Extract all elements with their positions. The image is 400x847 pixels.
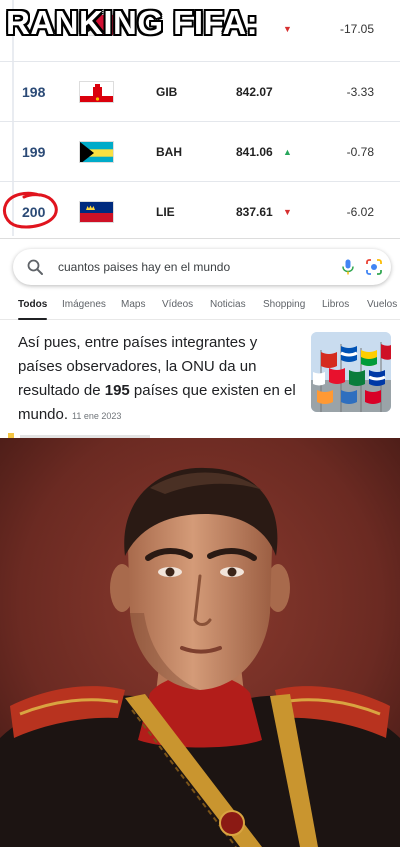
- tab-noticias[interactable]: Noticias: [210, 294, 246, 320]
- points-value: 841.06: [236, 145, 273, 159]
- trend-down-icon: ▼: [283, 24, 292, 34]
- gibraltar-flag: [79, 81, 114, 103]
- table-row[interactable]: 199 BAH 841.06 ▲ -0.78: [0, 122, 400, 182]
- change-value: -0.78: [346, 145, 374, 159]
- table-row[interactable]: 198 GIB 842.07 -3.33: [0, 62, 400, 122]
- tab-imagenes[interactable]: Imágenes: [62, 294, 106, 320]
- meme-caption: RANKING FIFA:: [6, 4, 259, 41]
- snippet-date: 11 ene 2023: [72, 411, 122, 421]
- points-value: 837.61: [236, 205, 273, 219]
- search-input[interactable]: cuantos paises hay en el mundo: [58, 249, 230, 285]
- bahamas-flag: [79, 141, 114, 163]
- annotation-circle: [2, 191, 58, 229]
- tab-libros[interactable]: Libros: [322, 294, 349, 320]
- tab-shopping[interactable]: Shopping: [263, 294, 305, 320]
- portrait-image: [0, 438, 400, 847]
- search-icon[interactable]: [26, 258, 44, 276]
- google-search-screenshot: cuantos paises hay en el mundo Todos Imá…: [0, 238, 400, 438]
- tab-todos[interactable]: Todos: [18, 294, 48, 320]
- search-bar[interactable]: cuantos paises hay en el mundo: [13, 249, 391, 285]
- fifa-ranking-table: ▼ -17.05 198 GIB 842.07 -3.33 199 BAH 84…: [0, 0, 400, 236]
- table-row[interactable]: 200 LIE 837.61 ▼ -6.02: [0, 182, 400, 236]
- tab-videos[interactable]: Vídeos: [162, 294, 193, 320]
- country-code: GIB: [156, 85, 178, 99]
- country-code: BAH: [156, 145, 182, 159]
- change-value: -6.02: [346, 205, 374, 219]
- google-lens-icon[interactable]: [365, 258, 383, 276]
- change-value: -17.05: [339, 22, 374, 36]
- points-value: 842.07: [236, 85, 273, 99]
- featured-snippet: Así pues, entre países integrantes y paí…: [18, 331, 303, 428]
- rank-position: 199: [22, 144, 46, 160]
- tab-maps[interactable]: Maps: [121, 294, 145, 320]
- trend-down-icon: ▼: [283, 207, 292, 217]
- search-tabs: Todos Imágenes Maps Vídeos Noticias Shop…: [0, 294, 400, 320]
- snippet-highlight: 195: [104, 382, 130, 399]
- change-value: -3.33: [346, 85, 374, 99]
- tab-vuelos[interactable]: Vuelos: [367, 294, 397, 320]
- microphone-icon[interactable]: [339, 258, 357, 276]
- trend-up-icon: ▲: [283, 147, 292, 157]
- liechtenstein-flag: [79, 201, 114, 223]
- flags-thumbnail[interactable]: [311, 332, 391, 412]
- rank-position: 198: [22, 84, 46, 100]
- country-code: LIE: [156, 205, 175, 219]
